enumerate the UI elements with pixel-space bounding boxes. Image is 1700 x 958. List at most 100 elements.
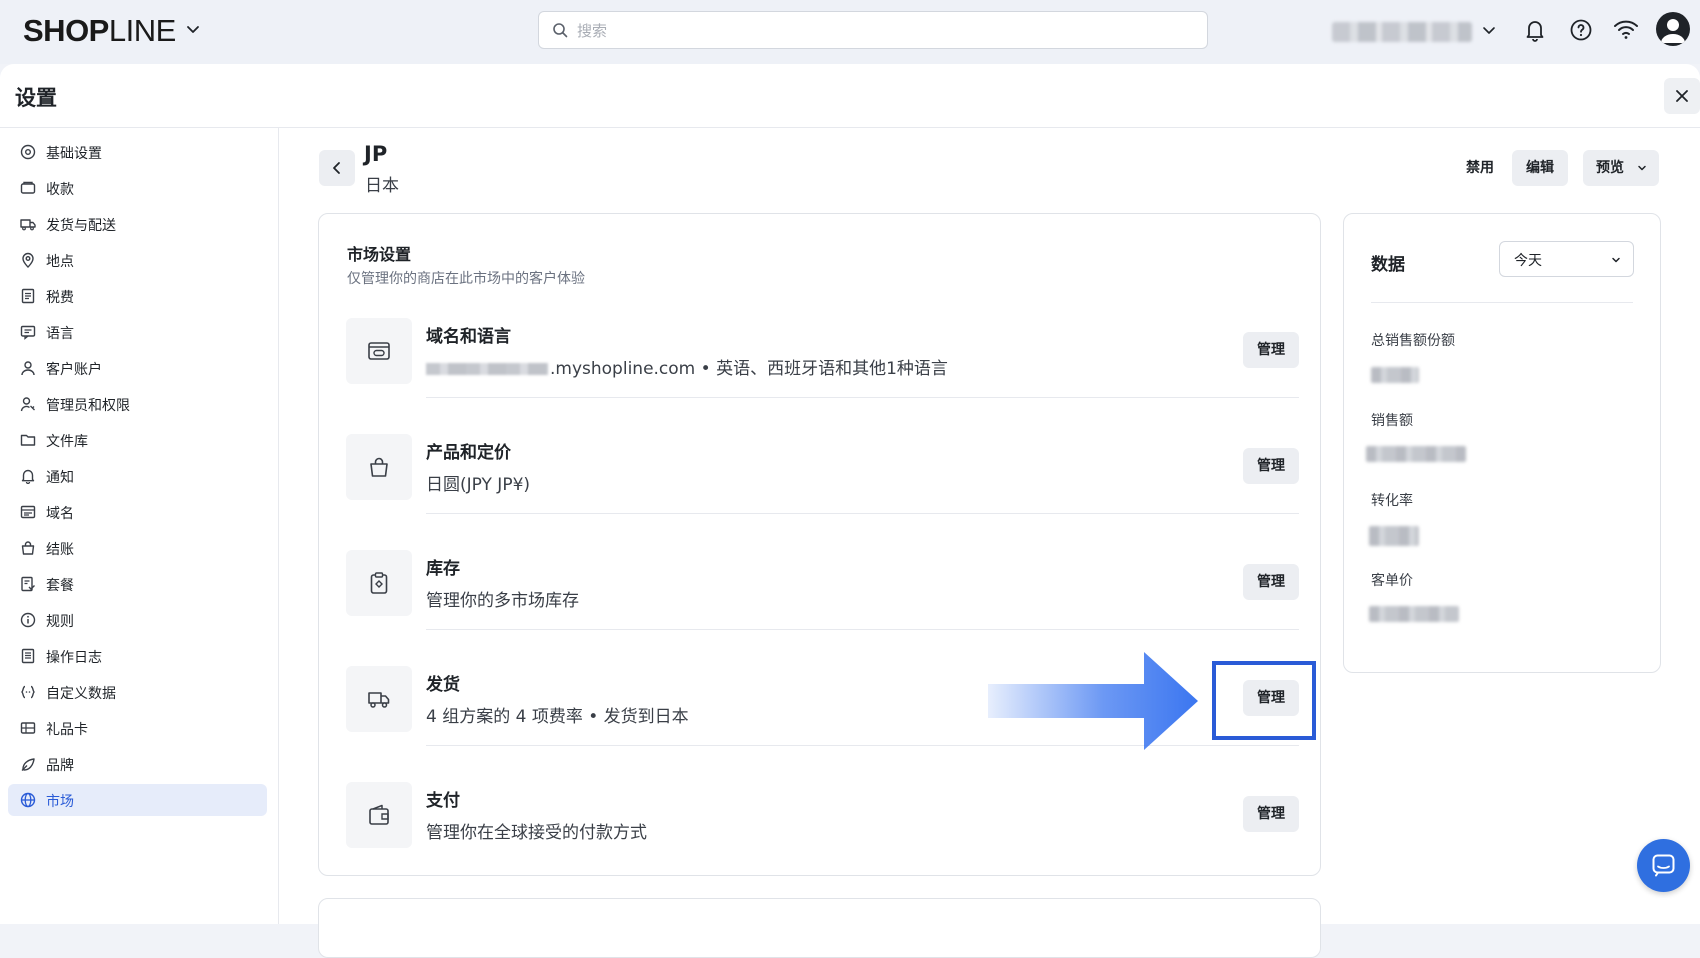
- edit-button[interactable]: 编辑: [1512, 150, 1568, 186]
- sidebar-item-basic-settings[interactable]: 基础设置: [8, 136, 267, 168]
- market-code: JP: [364, 142, 388, 166]
- plan-icon: [21, 576, 35, 592]
- bell-icon[interactable]: [1524, 18, 1546, 42]
- chevron-left-icon: [333, 162, 340, 174]
- globe-icon: [20, 792, 36, 808]
- chevron-down-icon: [1612, 257, 1620, 263]
- blurred-subdomain: [426, 363, 548, 375]
- manage-products-button[interactable]: 管理: [1243, 448, 1299, 484]
- sidebar-item-customer-accounts[interactable]: 客户账户: [8, 352, 267, 384]
- manage-payments-button[interactable]: 管理: [1243, 796, 1299, 832]
- chevron-down-icon[interactable]: [1481, 22, 1497, 38]
- sidebar-item-languages[interactable]: 语言: [8, 316, 267, 348]
- sidebar-item-gift-cards[interactable]: 礼品卡: [8, 712, 267, 744]
- row-description: 管理你的多市场库存: [426, 591, 579, 611]
- date-range-value: 今天: [1514, 253, 1542, 269]
- metric-value-blurred: [1369, 526, 1419, 546]
- store-name-blurred[interactable]: [1332, 22, 1472, 42]
- sidebar-item-taxes[interactable]: 税费: [8, 280, 267, 312]
- sidebar-item-policies[interactable]: 规则: [8, 604, 267, 636]
- metric-label: 客单价: [1371, 573, 1413, 589]
- truck-icon: [20, 219, 36, 231]
- divider: [1371, 302, 1633, 303]
- chat-icon: [1652, 854, 1675, 877]
- wifi-icon[interactable]: [1613, 18, 1639, 40]
- gift-card-icon: [20, 722, 36, 734]
- wallet-icon: [369, 804, 389, 825]
- back-button[interactable]: [319, 150, 355, 186]
- search-icon: [553, 23, 568, 38]
- row-description: 日圆(JPY JP¥): [426, 475, 531, 495]
- close-icon: [1676, 90, 1688, 102]
- preview-dropdown[interactable]: 预览: [1583, 150, 1659, 186]
- row-title: 产品和定价: [426, 443, 511, 463]
- sidebar-item-plans[interactable]: 套餐: [8, 568, 267, 600]
- row-title: 支付: [426, 791, 460, 811]
- disable-button[interactable]: 禁用: [1452, 150, 1508, 186]
- row-divider: [426, 397, 1299, 398]
- metric-value-blurred: [1369, 606, 1459, 622]
- payment-icon: [20, 181, 36, 194]
- search-bar[interactable]: [538, 11, 1208, 50]
- date-range-select[interactable]: 今天: [1499, 241, 1634, 277]
- market-name: 日本: [365, 176, 399, 196]
- metric-label: 总销售额份额: [1371, 333, 1455, 349]
- row-divider: [426, 629, 1299, 630]
- sidebar-item-custom-data[interactable]: 自定义数据: [8, 676, 267, 708]
- data-card: 数据 今天 总销售额份额 销售额 转化率 客单价: [1343, 213, 1661, 673]
- domain-language-icon: [368, 342, 390, 360]
- sidebar-item-checkout[interactable]: 结账: [8, 532, 267, 564]
- row-description: 4 组方案的 4 项费率 • 发货到日本: [426, 707, 689, 727]
- panel-header: 设置: [0, 64, 1700, 128]
- metric-value-blurred: [1366, 446, 1466, 462]
- receipt-icon: [21, 288, 35, 304]
- manage-inventory-button[interactable]: 管理: [1243, 564, 1299, 600]
- row-title: 域名和语言: [426, 327, 511, 347]
- sidebar-item-admins-permissions[interactable]: 管理员和权限: [8, 388, 267, 420]
- data-title: 数据: [1371, 255, 1405, 275]
- bell-icon: [21, 469, 35, 484]
- search-input[interactable]: [575, 12, 1179, 50]
- help-icon[interactable]: [1569, 18, 1593, 42]
- manage-domains-button[interactable]: 管理: [1243, 332, 1299, 368]
- row-description: 管理你在全球接受的付款方式: [426, 823, 647, 843]
- shopline-logo[interactable]: SHOPLINE: [23, 13, 176, 49]
- sidebar-item-files[interactable]: 文件库: [8, 424, 267, 456]
- row-divider: [426, 513, 1299, 514]
- sidebar-item-domains[interactable]: 域名: [8, 496, 267, 528]
- row-description: .myshopline.com • 英语、西班牙语和其他1种语言: [426, 354, 948, 379]
- page-title: 设置: [15, 86, 57, 110]
- code-braces-icon: [21, 685, 35, 699]
- chevron-down-icon[interactable]: [184, 20, 202, 38]
- highlight-box: [1212, 661, 1316, 740]
- user-avatar-icon: [1661, 19, 1685, 43]
- location-pin-icon: [22, 252, 34, 268]
- sidebar-item-locations[interactable]: 地点: [8, 244, 267, 276]
- preview-label: 预览: [1596, 160, 1624, 176]
- chevron-down-icon: [1638, 165, 1646, 171]
- sidebar-item-markets[interactable]: 市场: [8, 784, 267, 816]
- user-icon: [21, 361, 35, 376]
- sidebar-item-brand[interactable]: 品牌: [8, 748, 267, 780]
- next-card: [318, 898, 1321, 958]
- settings-row-domains-languages: 域名和语言 .myshopline.com • 英语、西班牙语和其他1种语言 管…: [346, 308, 1299, 398]
- settings-icon: [20, 144, 36, 160]
- sidebar-item-activity-log[interactable]: 操作日志: [8, 640, 267, 672]
- sidebar-item-notifications[interactable]: 通知: [8, 460, 267, 492]
- row-icon-box: [346, 782, 412, 848]
- metric-label: 销售额: [1371, 413, 1413, 429]
- chat-support-button[interactable]: [1637, 839, 1690, 892]
- pointer-arrow-icon: [988, 652, 1198, 750]
- sidebar-item-shipping[interactable]: 发货与配送: [8, 208, 267, 240]
- info-icon: [20, 612, 36, 628]
- row-title: 库存: [426, 559, 460, 579]
- close-button[interactable]: [1664, 78, 1700, 114]
- sidebar-item-payments[interactable]: 收款: [8, 172, 267, 204]
- avatar[interactable]: [1656, 12, 1690, 46]
- settings-row-inventory: 库存 管理你的多市场库存 管理: [346, 540, 1299, 630]
- brand-icon: [21, 758, 35, 771]
- settings-row-payments: 支付 管理你在全球接受的付款方式 管理: [346, 772, 1299, 862]
- admin-key-icon: [20, 397, 35, 412]
- settings-sidebar: 基础设置 收款 发货与配送 地点 税费 语言 客户账户 管理员和权限 文件库 通…: [0, 128, 279, 924]
- domain-icon: [20, 505, 36, 519]
